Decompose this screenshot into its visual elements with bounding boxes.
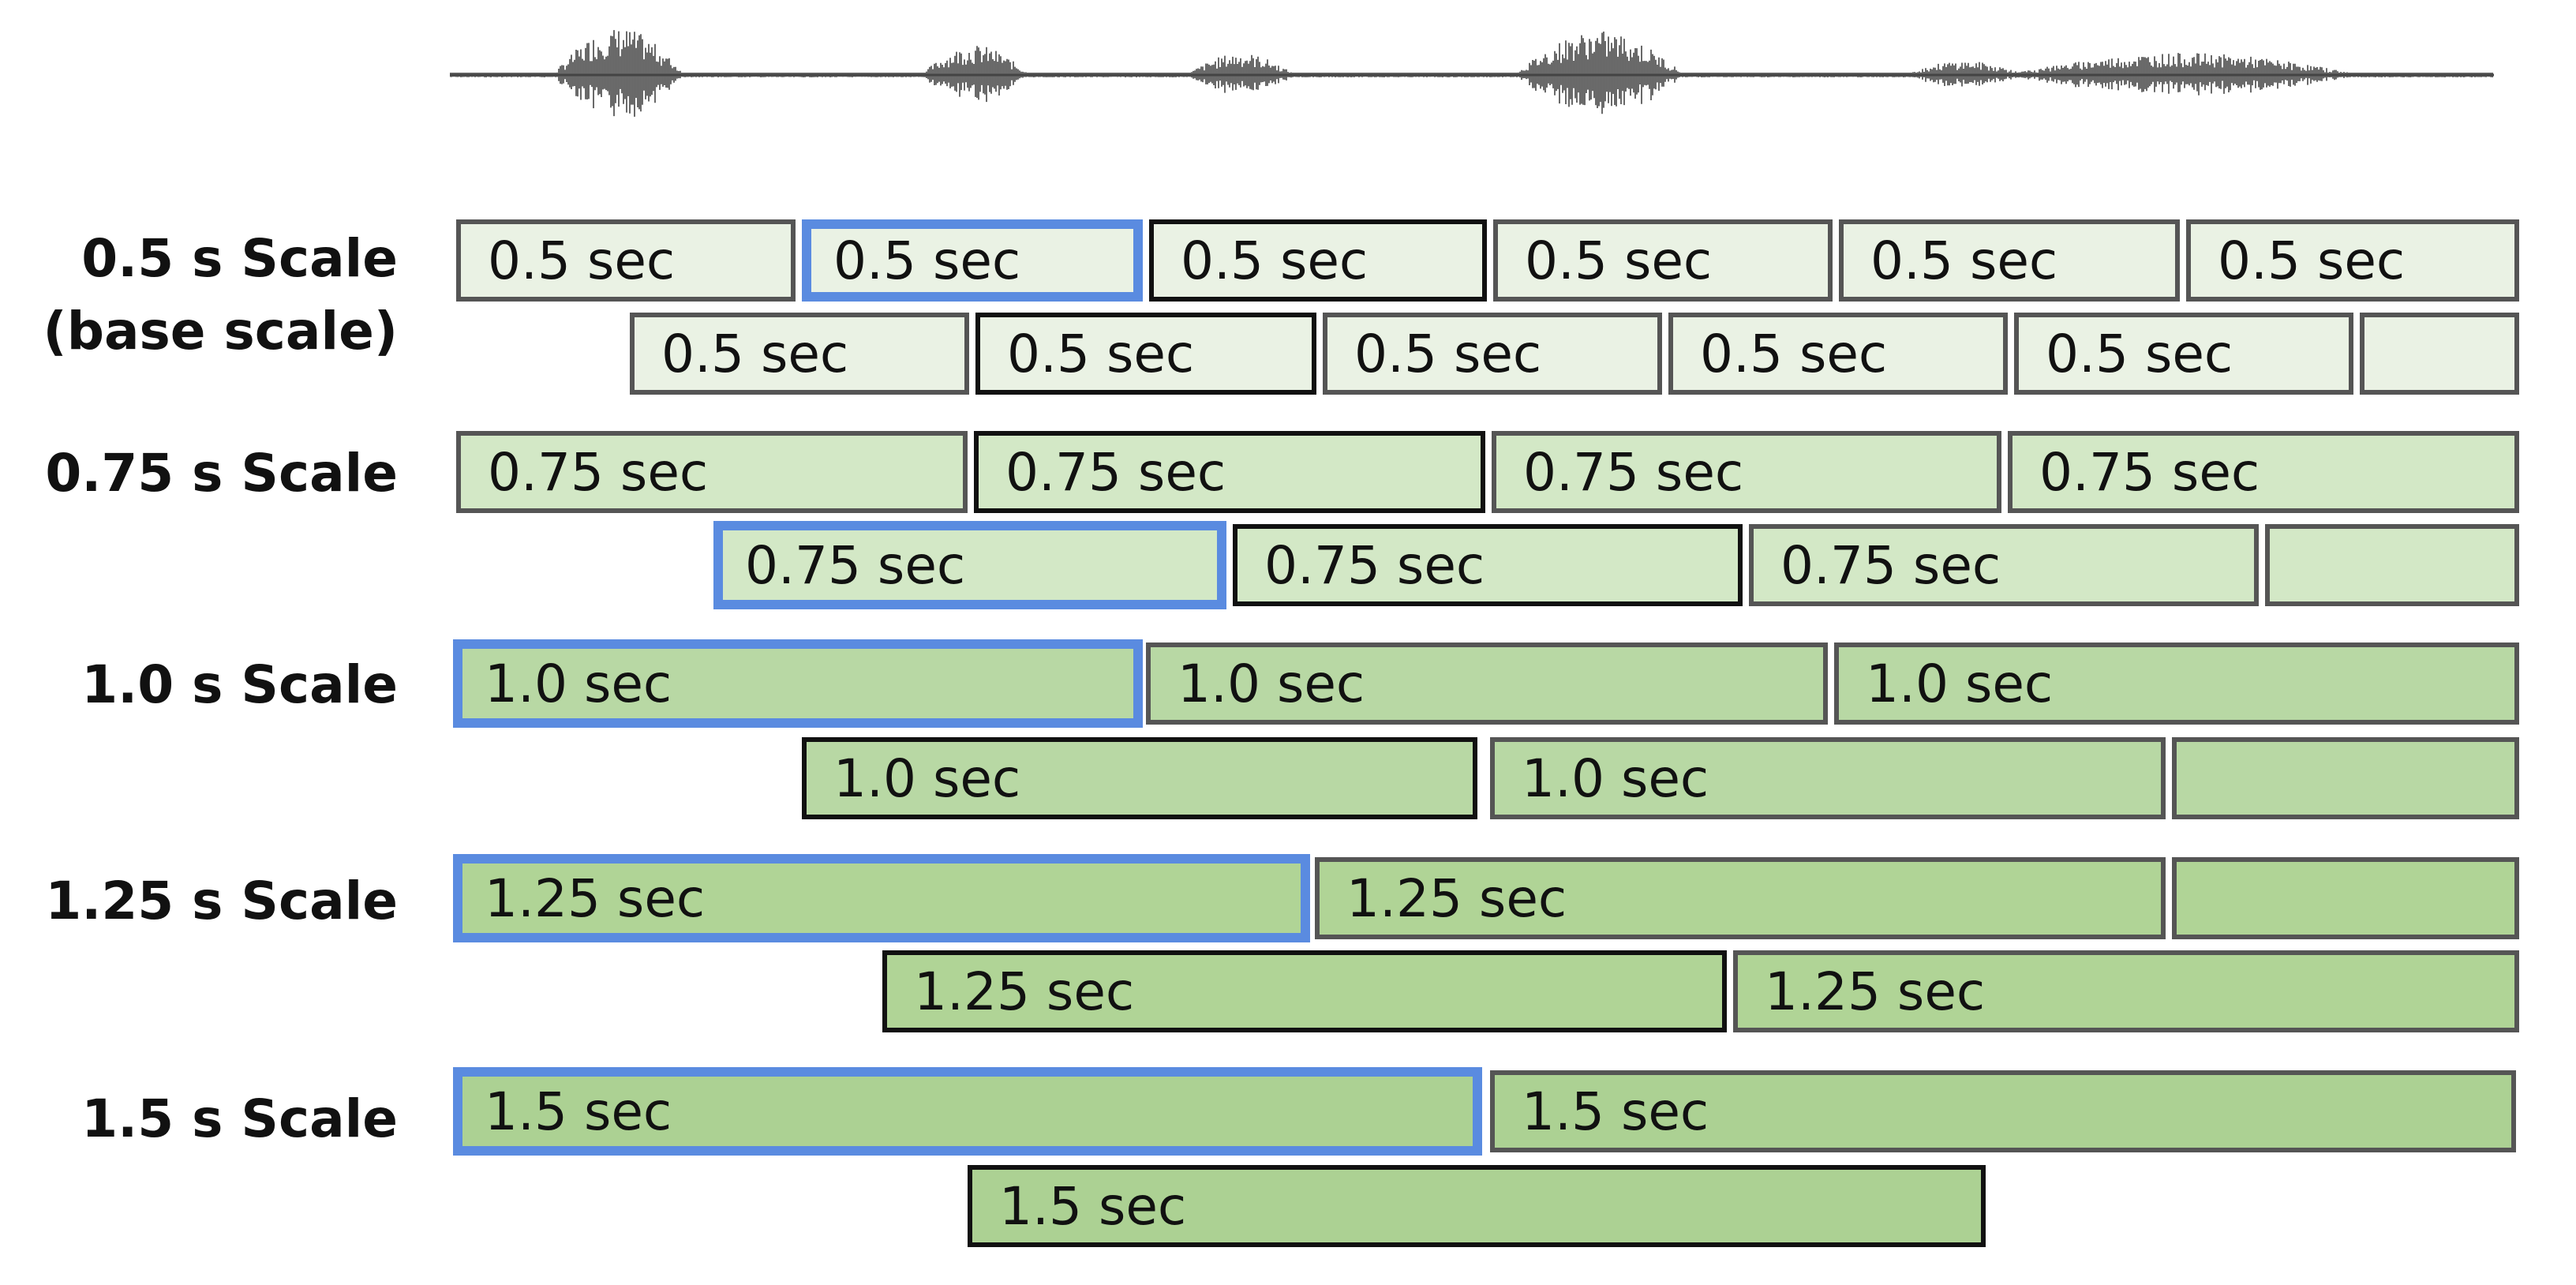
scale-label-line: 0.75 s Scale [45, 443, 398, 504]
segment-label: 1.25 sec [485, 867, 706, 929]
segment-0-75-row2: 0.75 sec [713, 521, 1226, 609]
segment-label: 1.5 sec [485, 1081, 672, 1142]
segment-0-5-row1: 0.5 sec [802, 219, 1143, 302]
scale-label-line: 1.25 s Scale [45, 871, 398, 931]
segment-label: 1.0 sec [833, 747, 1021, 809]
segment-label: 1.0 sec [1866, 653, 2054, 714]
segment-label: 0.5 sec [1181, 230, 1368, 291]
segment-1-25-row2: 1.25 sec [1733, 950, 2519, 1032]
segment-1-0-row1: 1.0 sec [453, 639, 1143, 728]
segment-label: 0.5 sec [1354, 323, 1542, 384]
segment-label: 0.75 sec [745, 534, 966, 596]
segment-0-5-row1: 0.5 sec [1149, 219, 1487, 302]
segment-label: 1.25 sec [1765, 961, 1986, 1022]
segment-1-0-row1: 1.0 sec [1834, 642, 2519, 725]
scale-label-line: 0.5 s Scale [81, 228, 398, 289]
segment-label: 1.5 sec [999, 1175, 1187, 1237]
scale-label-line: 1.5 s Scale [81, 1088, 398, 1149]
segment-label: 1.0 sec [485, 653, 672, 714]
scale-label-1-5: 1.5 s Scale [81, 1083, 398, 1156]
segment-0-75-row2: 0.75 sec [1233, 524, 1743, 606]
multi-scale-segmentation-diagram: 0.5 s Scale (base scale) 0.75 s Scale 1.… [0, 0, 2576, 1285]
scale-label-line: 1.0 s Scale [81, 654, 398, 715]
segment-1-25-row1: 1.25 sec [1315, 857, 2166, 939]
segment-0-75-row1: 0.75 sec [974, 431, 1485, 513]
segment-1-5-row1: 1.5 sec [1490, 1070, 2516, 1152]
segment-label: 1.0 sec [1522, 747, 1709, 809]
segment-label: 0.75 sec [1005, 441, 1226, 503]
segment-label: 1.25 sec [1346, 867, 1567, 929]
segment-1-0-row2: 1.0 sec [802, 737, 1477, 819]
segment-label: 0.75 sec [1780, 534, 2001, 596]
segment-1-5-row1: 1.5 sec [453, 1067, 1482, 1156]
scale-label-line: (base scale) [43, 301, 398, 362]
segment-0-5-row2: 0.5 sec [1323, 313, 1662, 395]
segment-0-5-row1: 0.5 sec [1493, 219, 1833, 302]
segment-0-75-row1: 0.75 sec [2008, 431, 2519, 513]
segment-1-0-row1: 1.0 sec [1146, 642, 1828, 725]
segment-1-0-row2 [2172, 737, 2519, 819]
segment-1-5-row2: 1.5 sec [968, 1165, 1986, 1247]
segment-label: 0.75 sec [2039, 441, 2260, 503]
segment-0-5-row2: 0.5 sec [630, 313, 969, 395]
segment-1-25-row1: 1.25 sec [453, 854, 1310, 942]
segment-0-5-row1: 0.5 sec [2186, 219, 2519, 302]
segment-0-5-row2 [2360, 313, 2519, 395]
segment-0-75-row1: 0.75 sec [456, 431, 968, 513]
segment-label: 0.5 sec [1525, 230, 1713, 291]
segment-label: 0.5 sec [2218, 230, 2406, 291]
segment-0-5-row2: 0.5 sec [975, 313, 1316, 395]
segment-0-5-row2: 0.5 sec [1668, 313, 2008, 395]
segment-0-75-row2 [2265, 524, 2519, 606]
segment-label: 0.5 sec [661, 323, 849, 384]
scale-label-1-0: 1.0 s Scale [81, 649, 398, 721]
segment-1-0-row2: 1.0 sec [1490, 737, 2166, 819]
segment-label: 0.75 sec [1523, 441, 1744, 503]
segment-0-5-row2: 0.5 sec [2014, 313, 2353, 395]
segment-label: 0.5 sec [1007, 323, 1195, 384]
segment-label: 0.5 sec [1870, 230, 2058, 291]
segment-label: 0.5 sec [1700, 323, 1888, 384]
segment-0-75-row2: 0.75 sec [1749, 524, 2259, 606]
segment-label: 0.5 sec [488, 230, 676, 291]
scale-label-1-25: 1.25 s Scale [45, 865, 398, 938]
segment-0-5-row1: 0.5 sec [456, 219, 796, 302]
segment-label: 1.0 sec [1178, 653, 1365, 714]
audio-waveform-icon [450, 30, 2494, 117]
segment-label: 1.5 sec [1522, 1081, 1709, 1142]
scale-label-0-5: 0.5 s Scale (base scale) [43, 223, 398, 368]
segment-label: 0.75 sec [488, 441, 709, 503]
waveform-trace [450, 30, 2493, 117]
segment-1-25-row1 [2172, 857, 2519, 939]
segment-0-75-row1: 0.75 sec [1492, 431, 2001, 513]
scale-label-0-75: 0.75 s Scale [45, 437, 398, 510]
segment-label: 0.75 sec [1264, 534, 1485, 596]
segment-1-25-row2: 1.25 sec [882, 950, 1727, 1032]
segment-label: 0.5 sec [833, 230, 1021, 291]
segment-0-5-row1: 0.5 sec [1839, 219, 2180, 302]
segment-label: 1.25 sec [914, 961, 1135, 1022]
segment-label: 0.5 sec [2046, 323, 2233, 384]
